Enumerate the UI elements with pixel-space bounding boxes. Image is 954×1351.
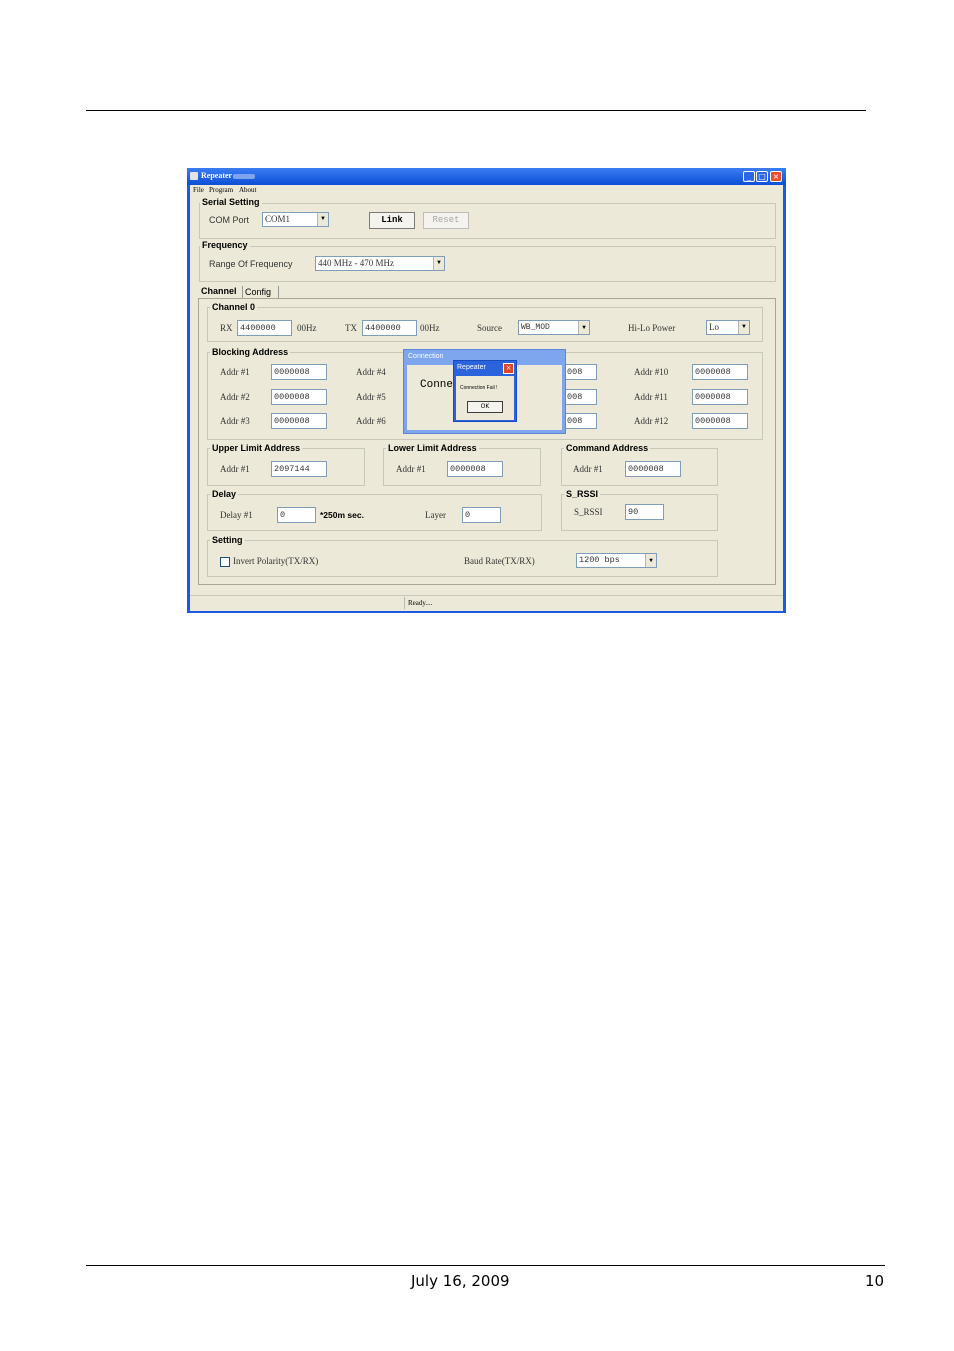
reset-button[interactable]: Reset — [423, 212, 469, 229]
addr3-label: Addr #3 — [220, 416, 250, 426]
addr3-input[interactable]: 0000008 — [271, 413, 327, 429]
lower-limit-label: Lower Limit Address — [386, 443, 479, 453]
com-port-value: COM1 — [265, 214, 291, 224]
chevron-down-icon[interactable]: ▼ — [738, 321, 749, 334]
invert-polarity-label: Invert Polarity(TX/RX) — [233, 556, 319, 566]
invert-polarity-checkbox[interactable] — [220, 557, 230, 567]
link-button[interactable]: Link — [369, 212, 415, 229]
chevron-down-icon[interactable]: ▼ — [645, 554, 656, 567]
menu-about[interactable]: About — [239, 186, 257, 194]
delay1-label: Delay #1 — [220, 510, 253, 520]
menu-bar: File Program About — [190, 185, 783, 195]
addr2-input[interactable]: 0000008 — [271, 389, 327, 405]
alert-dialog-body: Connection Fail ! OK — [456, 376, 514, 420]
alert-dialog-title: Repeater — [457, 364, 486, 371]
command-addr-input[interactable]: 0000008 — [625, 461, 681, 477]
layer-input[interactable]: 0 — [462, 507, 501, 523]
ok-button[interactable]: OK — [467, 401, 503, 413]
rx-label: RX — [220, 323, 233, 333]
connection-dialog-title: Connection — [408, 353, 444, 360]
lower-addr-label: Addr #1 — [396, 464, 426, 474]
command-addr-label: Addr #1 — [573, 464, 603, 474]
footer-date: July 16, 2009 — [411, 1272, 510, 1290]
rx-unit: 00Hz — [297, 323, 317, 333]
close-icon[interactable]: × — [770, 171, 782, 182]
source-select[interactable]: WB_MOD ▼ — [518, 320, 590, 335]
power-select[interactable]: Lo ▼ — [706, 320, 750, 335]
range-of-frequency-label: Range Of Frequency — [209, 259, 293, 269]
chevron-down-icon[interactable]: ▼ — [317, 213, 328, 226]
source-value: WB_MOD — [521, 323, 550, 332]
power-value: Lo — [709, 322, 719, 332]
close-icon[interactable]: × — [503, 363, 514, 374]
addr11-input[interactable]: 0000008 — [692, 389, 748, 405]
title-bar: Repeater _ □ × — [187, 168, 786, 185]
delay-unit: *250m sec. — [320, 510, 364, 520]
layer-label: Layer — [425, 510, 446, 520]
tx-label: TX — [345, 323, 357, 333]
baud-rate-select[interactable]: 1200 bps ▼ — [576, 553, 657, 568]
srssi-group-label: S_RSSI — [564, 489, 601, 499]
addr12-input[interactable]: 0000008 — [692, 413, 748, 429]
srssi-input[interactable]: 90 — [625, 504, 664, 520]
lower-addr-input[interactable]: 0000008 — [447, 461, 503, 477]
upper-addr-label: Addr #1 — [220, 464, 250, 474]
addr9-input[interactable]: 008 — [564, 413, 597, 429]
addr5-label: Addr #5 — [356, 392, 386, 402]
status-bar: Ready.... — [190, 595, 783, 611]
channel0-label: Channel 0 — [210, 302, 258, 312]
blocking-address-label: Blocking Address — [210, 347, 291, 357]
title-redaction — [233, 174, 255, 179]
menu-program[interactable]: Program — [209, 186, 233, 194]
status-text: Ready.... — [404, 597, 708, 609]
frequency-label: Frequency — [200, 240, 250, 250]
chevron-down-icon[interactable]: ▼ — [578, 321, 589, 334]
srssi-label: S_RSSI — [574, 507, 603, 517]
baud-rate-value: 1200 bps — [579, 555, 620, 565]
tx-unit: 00Hz — [420, 323, 440, 333]
tab-divider — [242, 286, 243, 298]
tx-input[interactable]: 4400000 — [362, 320, 417, 336]
delay1-input[interactable]: 0 — [277, 507, 316, 523]
frequency-select[interactable]: 440 MHz - 470 MHz ▼ — [315, 256, 445, 271]
footer-rule — [86, 1265, 885, 1266]
addr6-label: Addr #6 — [356, 416, 386, 426]
chevron-down-icon[interactable]: ▼ — [433, 257, 444, 270]
addr10-input[interactable]: 0000008 — [692, 364, 748, 380]
alert-message: Connection Fail ! — [460, 385, 498, 391]
tab-config[interactable]: Config — [245, 287, 271, 297]
addr1-input[interactable]: 0000008 — [271, 364, 327, 380]
com-port-label: COM Port — [209, 215, 250, 225]
menu-file[interactable]: File — [193, 186, 204, 194]
frequency-value: 440 MHz - 470 MHz — [318, 258, 394, 268]
serial-setting-label: Serial Setting — [200, 197, 262, 207]
com-port-select[interactable]: COM1 ▼ — [262, 212, 329, 227]
addr4-label: Addr #4 — [356, 367, 386, 377]
upper-addr-input[interactable]: 2097144 — [271, 461, 327, 477]
page-number: 10 — [865, 1272, 885, 1290]
hi-lo-power-label: Hi-Lo Power — [628, 323, 676, 333]
header-rule — [86, 110, 866, 111]
addr7-input[interactable]: 008 — [564, 364, 597, 380]
alert-dialog: Repeater × Connection Fail ! OK — [453, 360, 517, 422]
tab-divider — [278, 286, 279, 298]
window-title: Repeater — [201, 171, 233, 180]
setting-label: Setting — [210, 535, 245, 545]
delay-label: Delay — [210, 489, 239, 499]
upper-limit-label: Upper Limit Address — [210, 443, 303, 453]
minimize-icon[interactable]: _ — [743, 171, 755, 182]
addr2-label: Addr #2 — [220, 392, 250, 402]
tab-channel[interactable]: Channel — [201, 286, 237, 296]
addr10-label: Addr #10 — [634, 367, 669, 377]
addr8-input[interactable]: 008 — [564, 389, 597, 405]
addr12-label: Addr #12 — [634, 416, 669, 426]
source-label: Source — [477, 323, 502, 333]
addr11-label: Addr #11 — [634, 392, 668, 402]
addr1-label: Addr #1 — [220, 367, 250, 377]
command-address-label: Command Address — [564, 443, 651, 453]
rx-input[interactable]: 4400000 — [237, 320, 292, 336]
baud-rate-label: Baud Rate(TX/RX) — [464, 556, 535, 566]
app-icon — [190, 172, 198, 180]
maximize-icon[interactable]: □ — [756, 171, 768, 182]
